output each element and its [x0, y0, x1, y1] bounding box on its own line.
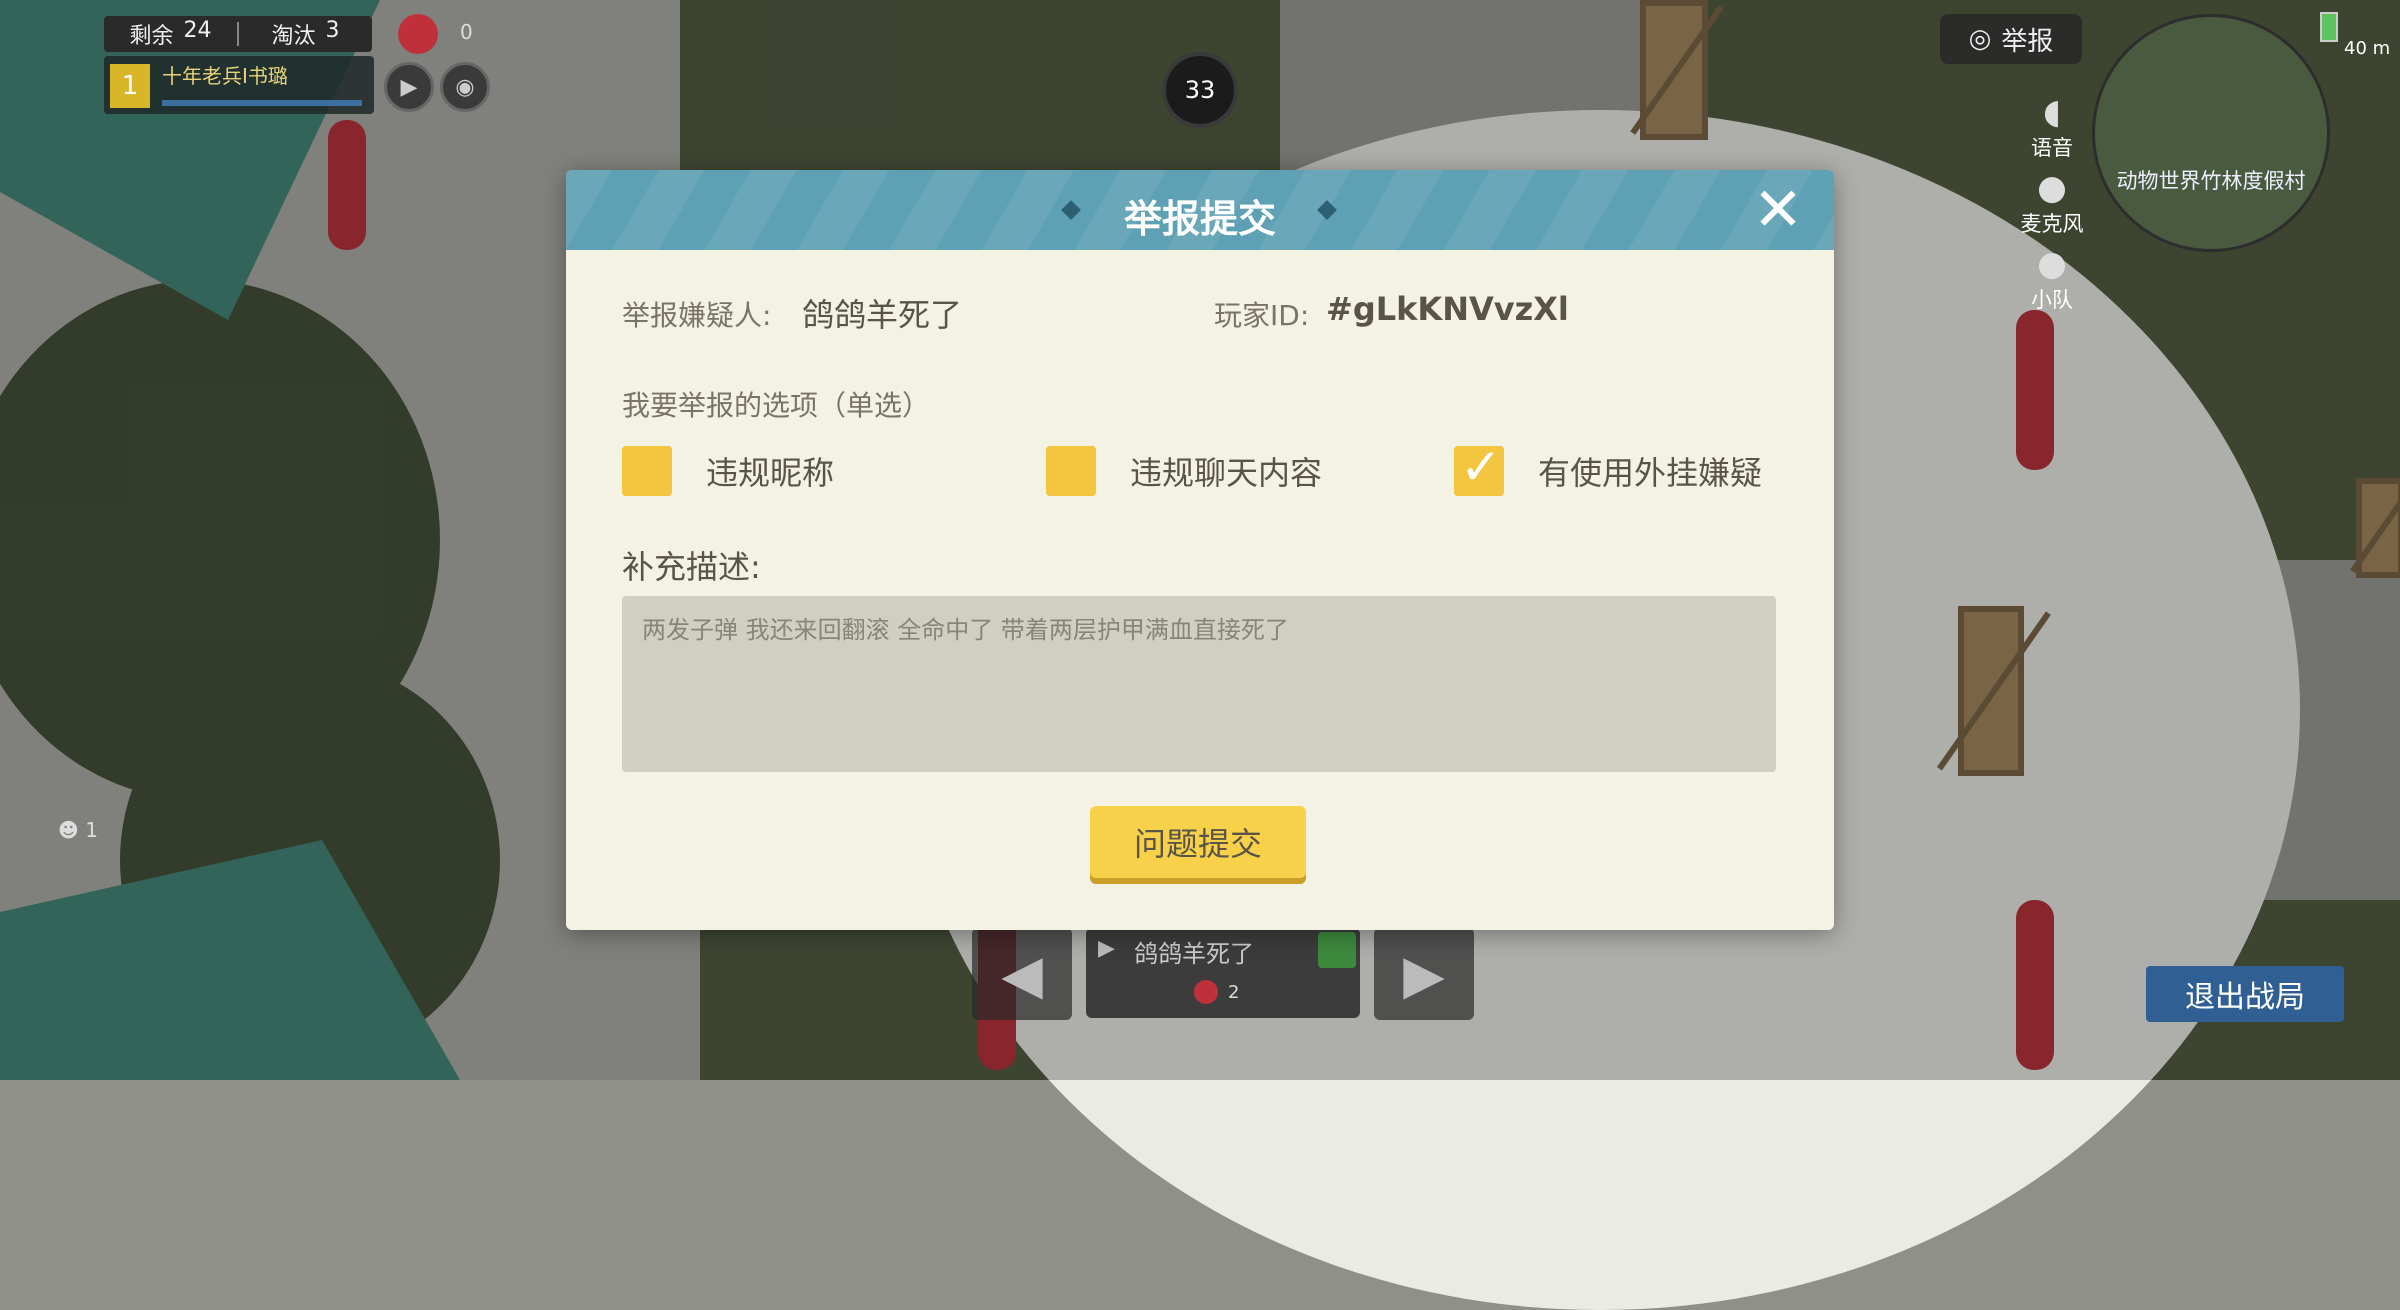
timer-value: 33 — [1184, 76, 1216, 104]
submit-button[interactable]: 问题提交 — [1090, 806, 1306, 878]
camera-icon[interactable]: ▶ — [384, 62, 434, 112]
description-text: 两发子弹 我还来回翻滚 全命中了 带着两层护甲满血直接死了 — [642, 616, 1289, 644]
exit-label: 退出战局 — [2185, 980, 2305, 1015]
description-textarea[interactable]: 两发子弹 我还来回翻滚 全命中了 带着两层护甲满血直接死了 — [622, 596, 1776, 772]
report-dialog: 举报提交 ✕ 举报嫌疑人: 鸽鸽羊死了 玩家ID: #gLkKNVvzXl 我要… — [566, 170, 1834, 930]
remaining-label: 剩余 — [129, 24, 174, 49]
voice-toggle[interactable]: ◖ 语音 — [2010, 92, 2094, 162]
item-count: 0 — [460, 20, 473, 44]
spectated-kill-count: 2 — [1228, 982, 1240, 1003]
owl-icon[interactable]: ◉ — [440, 62, 490, 112]
countdown-timer: 33 — [1162, 52, 1238, 128]
team-rank: 1 — [110, 64, 150, 108]
option-label: 违规昵称 — [706, 454, 835, 492]
health-bar — [162, 100, 362, 106]
spectate-card: ▶ 鸽鸽羊死了 2 — [1086, 928, 1360, 1018]
minimap[interactable]: 动物世界竹林度假村 — [2092, 14, 2330, 252]
distance-readout: 40 m — [2344, 38, 2391, 59]
owl-icon: ☻ — [58, 818, 79, 842]
submit-label: 问题提交 — [1133, 825, 1262, 863]
chevron-left-icon: ◀ — [1001, 942, 1043, 1006]
dialog-header: 举报提交 ✕ — [566, 170, 1834, 250]
spectated-player-name: 鸽鸽羊死了 — [1134, 940, 1254, 968]
spectator-count: 1 — [85, 818, 98, 842]
mic-toggle[interactable]: ● 麦克风 — [2010, 168, 2094, 238]
team-player-name: 十年老兵I书璐 — [162, 64, 288, 88]
dialog-title: 举报提交 — [1123, 197, 1276, 241]
prev-player-button[interactable]: ◀ — [972, 928, 1072, 1020]
exit-match-button[interactable]: 退出战局 — [2146, 966, 2344, 1022]
option-cheating[interactable]: 有使用外挂嫌疑 — [1454, 438, 1763, 496]
option-label: 有使用外挂嫌疑 — [1538, 454, 1763, 492]
remaining-value: 24 — [183, 18, 212, 43]
speaker-icon: ◖ — [2043, 92, 2061, 132]
report-label: 举报 — [2001, 26, 2054, 57]
option-nickname[interactable]: 违规昵称 — [622, 446, 834, 496]
option-label: 违规聊天内容 — [1130, 454, 1323, 492]
kill-icon — [1194, 980, 1218, 1004]
report-button[interactable]: ◎ 举报 — [1940, 14, 2082, 64]
suspect-name: 鸽鸽羊死了 — [802, 296, 963, 334]
squad-icon — [1318, 932, 1356, 968]
voice-label: 语音 — [2031, 136, 2073, 160]
checkbox[interactable] — [622, 446, 672, 496]
description-label: 补充描述: — [622, 548, 761, 586]
location-name: 动物世界竹林度假村 — [2116, 169, 2306, 193]
item-pouch-icon — [398, 14, 438, 54]
eliminated-label: 淘汰 — [271, 24, 316, 49]
checkbox-checked[interactable] — [1454, 438, 1504, 496]
eliminated-value: 3 — [325, 18, 340, 43]
microphone-icon: ● — [2037, 244, 2067, 284]
mic-label: 麦克风 — [2020, 212, 2084, 236]
close-icon[interactable]: ✕ — [1750, 180, 1806, 240]
checkbox[interactable] — [1046, 446, 1096, 496]
camera-icon: ▶ — [1098, 936, 1115, 961]
microphone-icon: ● — [2037, 168, 2067, 208]
option-chat[interactable]: 违规聊天内容 — [1046, 446, 1322, 496]
chevron-right-icon: ▶ — [1403, 942, 1445, 1006]
player-id-label: 玩家ID: — [1214, 299, 1310, 332]
squad-label: 小队 — [2031, 288, 2073, 312]
options-label: 我要举报的选项（单选） — [622, 389, 931, 422]
squad-toggle[interactable]: ● 小队 — [2010, 244, 2094, 314]
player-id-value: #gLkKNVvzXl — [1326, 290, 1569, 328]
headset-icon: ◎ — [1968, 24, 1992, 54]
spectator-indicator: ☻ 1 — [58, 818, 98, 842]
next-player-button[interactable]: ▶ — [1374, 928, 1474, 1020]
battery-icon — [2320, 12, 2338, 42]
match-counter: 剩余 24 淘汰 3 — [104, 16, 372, 52]
suspect-label: 举报嫌疑人: — [622, 299, 772, 332]
team-member-card: 1 十年老兵I书璐 — [104, 56, 374, 114]
